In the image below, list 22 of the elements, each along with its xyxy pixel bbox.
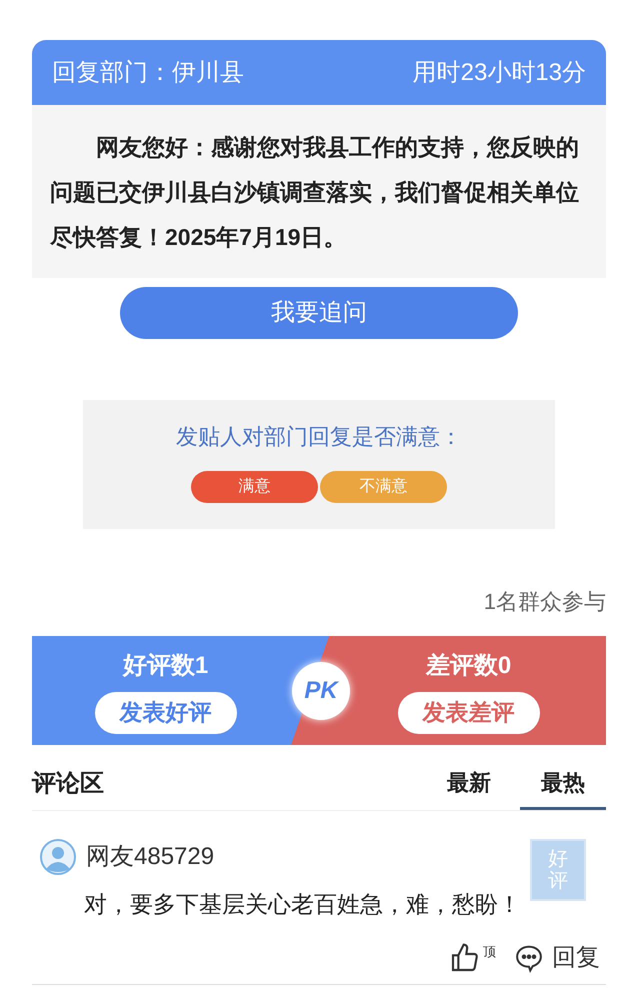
bad-review-button[interactable]: 发表差评 <box>398 692 540 734</box>
good-count: 好评数1 <box>122 650 208 680</box>
bad-count: 差评数0 <box>426 650 512 680</box>
avatar-icon <box>40 839 76 875</box>
rating-button[interactable]: 满意 <box>191 471 318 503</box>
comments-title: 评论区 <box>32 769 104 799</box>
review-stamp: 好评 <box>530 839 586 901</box>
participants-count: 1名群众参与 <box>484 588 606 616</box>
department-label: 回复部门：伊川县 <box>52 58 244 88</box>
username: 网友485729 <box>86 842 214 872</box>
reply-button[interactable]: 回复 <box>514 940 600 976</box>
rating-button[interactable]: 不满意 <box>320 471 447 503</box>
satisfaction-question: 发贴人对部门回复是否满意： <box>176 423 462 451</box>
duration-label: 用时23小时13分 <box>412 58 586 88</box>
like-button[interactable]: 顶 <box>449 942 496 974</box>
comment-text: 对，要多下基层关心老百姓急，难，愁盼！ <box>83 890 521 919</box>
thumbs-up-icon <box>449 942 481 974</box>
sort-tab[interactable]: 最热 <box>520 766 606 810</box>
sort-tab[interactable]: 最新 <box>434 766 504 810</box>
reply-text: 网友您好：感谢您对我县工作的支持，您反映的问题已交伊川县白沙镇调查落实，我们督促相关单位尽快答复！2025年7月19日。 <box>48 133 580 252</box>
good-review-button[interactable]: 发表好评 <box>94 692 236 734</box>
follow-up-button[interactable]: 我要追问 <box>120 287 518 339</box>
